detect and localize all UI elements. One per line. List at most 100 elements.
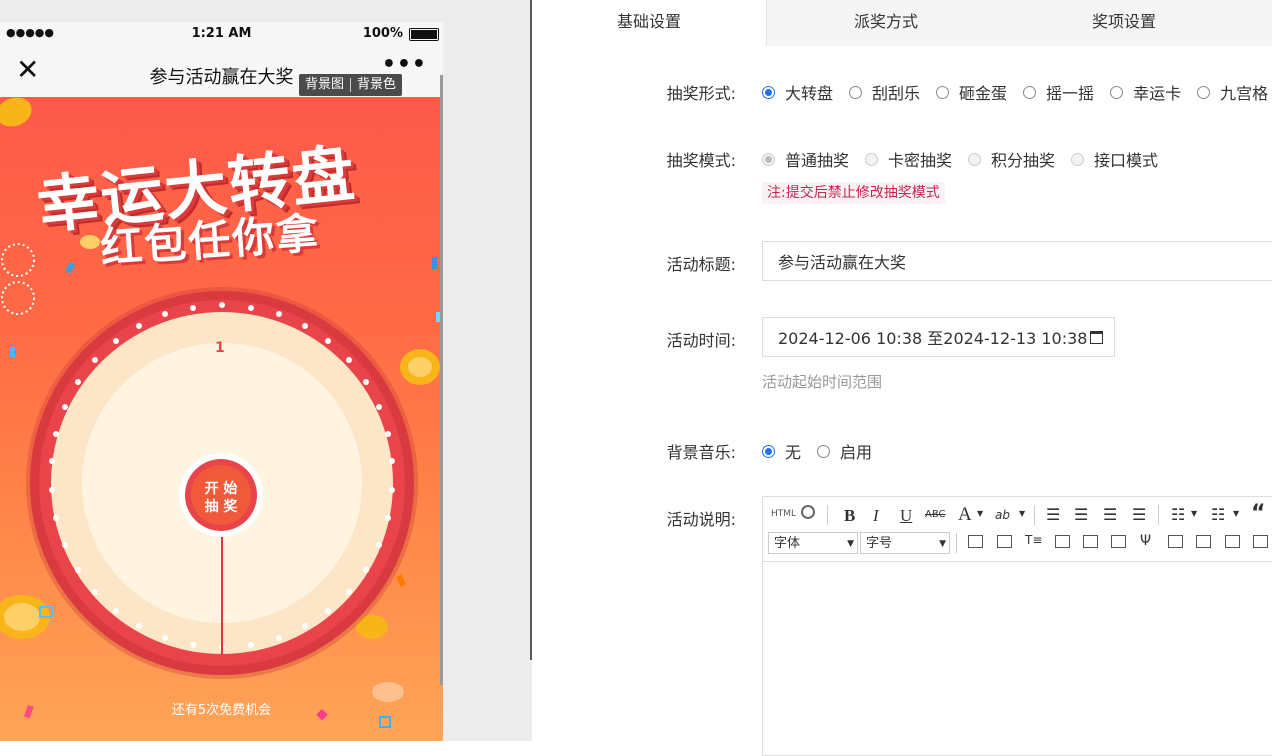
split-cells-icon[interactable]	[1253, 535, 1268, 548]
radio-option-grid[interactable]: 九宫格	[1197, 80, 1268, 104]
radio-icon[interactable]	[849, 85, 863, 99]
phone-preview: ●●●●● 1:21 AM 100% ✕ 参与活动赢在大奖 ••• 幸运大转盘 …	[0, 22, 443, 741]
toolbar-separator	[1158, 505, 1159, 525]
radio-option-normal[interactable]: 普通抽奖	[762, 147, 849, 171]
toolbar-separator	[956, 533, 957, 553]
align-justify-icon[interactable]: ☰	[1132, 505, 1146, 524]
radio-label: 九宫格	[1220, 84, 1269, 103]
lottery-mode-radios: 普通抽奖 卡密抽奖 积分抽奖 接口模式	[762, 147, 1174, 171]
chevron-down-icon[interactable]: ▼	[977, 509, 983, 518]
radio-option-card-key[interactable]: 卡密抽奖	[865, 147, 952, 171]
radio-label: 摇一摇	[1046, 84, 1095, 103]
unordered-list-icon[interactable]: ☷	[1211, 505, 1225, 524]
bg-music-label: 背景音乐:	[666, 443, 736, 462]
chevron-down-icon[interactable]: ▼	[1233, 509, 1239, 518]
tab-basic-settings[interactable]: 基础设置	[532, 0, 767, 46]
radio-option-points[interactable]: 积分抽奖	[968, 147, 1055, 171]
radio-option-lucky-card[interactable]: 幸运卡	[1110, 80, 1181, 104]
preview-divider	[530, 0, 532, 660]
rich-text-editor[interactable]: HTML B I U ABC A ▼ ab ▼ ☰ ☰ ☰ ☰ ☷ ▼ ☷ ▼ …	[762, 496, 1272, 756]
insert-col-icon[interactable]	[1111, 535, 1126, 548]
radio-icon[interactable]	[817, 444, 831, 458]
delete-col-icon[interactable]: Ψ	[1140, 533, 1151, 549]
lottery-type-label: 抽奖形式:	[666, 84, 736, 103]
delete-row-icon[interactable]	[1083, 535, 1098, 548]
radio-option-enable[interactable]: 启用	[817, 439, 872, 463]
radio-icon[interactable]	[1197, 85, 1211, 99]
chances-remaining: 还有5次免费机会	[171, 703, 272, 718]
battery-percent: 100%	[362, 26, 403, 41]
radio-label: 大转盘	[785, 84, 834, 103]
lottery-type-radios: 大转盘 刮刮乐 砸金蛋 摇一摇 幸运卡 九宫格	[762, 80, 1272, 104]
merge-right-icon[interactable]	[1196, 535, 1211, 548]
table-props-icon[interactable]	[997, 535, 1012, 548]
calendar-icon[interactable]	[1090, 330, 1104, 344]
radio-icon[interactable]	[762, 152, 775, 166]
radio-label: 普通抽奖	[785, 151, 850, 170]
preview-scrollbar[interactable]	[440, 75, 443, 685]
activity-time-input[interactable]: 2024-12-06 10:38 至2024-12-13 10:38	[762, 317, 1115, 357]
radio-option-egg[interactable]: 砸金蛋	[936, 80, 1007, 104]
radio-label: 无	[785, 443, 802, 462]
activity-time-hint: 活动起始时间范围	[762, 373, 883, 391]
insert-row-icon[interactable]	[1055, 535, 1070, 548]
bold-icon[interactable]: B	[844, 506, 855, 526]
radio-icon[interactable]	[968, 152, 982, 166]
strikethrough-icon[interactable]: ABC	[925, 509, 946, 520]
radio-label: 幸运卡	[1133, 84, 1182, 103]
toolbar-separator	[1034, 505, 1035, 525]
font-size-select[interactable]: 字号 ▼	[860, 532, 950, 554]
radio-icon[interactable]	[762, 444, 775, 458]
radio-icon[interactable]	[1023, 85, 1037, 99]
chevron-down-icon[interactable]: ▼	[1191, 509, 1197, 518]
font-family-select[interactable]: 字体 ▼	[768, 532, 858, 554]
radio-option-scratch[interactable]: 刮刮乐	[849, 80, 920, 104]
radio-label: 砸金蛋	[959, 84, 1008, 103]
start-button[interactable]: 开 始 抽 奖	[191, 480, 251, 516]
start-button-line1: 开 始	[204, 481, 238, 497]
merge-down-icon[interactable]	[1225, 535, 1240, 548]
tab-prize-settings[interactable]: 奖项设置	[1005, 0, 1243, 46]
status-bar: ●●●●● 1:21 AM 100%	[0, 22, 443, 46]
bg-music-radios: 无 启用	[762, 439, 888, 463]
activity-title-value: 参与活动赢在大奖	[778, 253, 907, 272]
radio-icon[interactable]	[762, 85, 775, 99]
radio-option-api[interactable]: 接口模式	[1071, 147, 1158, 171]
radio-icon[interactable]	[1110, 85, 1124, 99]
wheel-number: 1	[215, 340, 225, 356]
activity-time-label: 活动时间:	[666, 331, 736, 350]
radio-option-shake[interactable]: 摇一摇	[1023, 80, 1094, 104]
bg-color-button[interactable]: 背景色	[351, 74, 402, 96]
ordered-list-icon[interactable]: ☷	[1171, 505, 1185, 524]
radio-icon[interactable]	[865, 152, 879, 166]
lottery-background[interactable]: 幸运大转盘 红包任你拿 1 开 始 抽 奖 还有5次免费机会	[0, 97, 443, 741]
tab-award-method[interactable]: 派奖方式	[767, 0, 1005, 46]
activity-time-value: 2024-12-06 10:38 至2024-12-13 10:38	[778, 329, 1088, 348]
insert-caption-icon[interactable]: T≡	[1025, 533, 1042, 547]
toolbar-separator	[827, 505, 828, 525]
radio-icon[interactable]	[936, 85, 950, 99]
radio-option-wheel[interactable]: 大转盘	[762, 80, 833, 104]
highlight-icon[interactable]: ab	[995, 508, 1010, 522]
insert-table-icon[interactable]	[968, 535, 983, 548]
radio-label: 刮刮乐	[872, 84, 921, 103]
background-toggle: 背景图 背景色	[299, 74, 403, 96]
html-source-button[interactable]: HTML	[771, 509, 796, 519]
italic-icon[interactable]: I	[873, 506, 879, 526]
chevron-down-icon[interactable]: ▼	[1019, 509, 1025, 518]
font-family-value: 字体	[774, 536, 801, 551]
underline-icon[interactable]: U	[900, 506, 912, 526]
activity-title-input[interactable]: 参与活动赢在大奖	[762, 241, 1272, 281]
radio-option-none[interactable]: 无	[762, 439, 801, 463]
align-center-icon[interactable]: ☰	[1074, 505, 1088, 524]
align-right-icon[interactable]: ☰	[1103, 505, 1117, 524]
bg-image-button[interactable]: 背景图	[299, 74, 350, 96]
font-size-value: 字号	[866, 536, 893, 551]
preview-icon[interactable]	[801, 505, 815, 519]
quote-icon[interactable]: “	[1251, 501, 1265, 526]
radio-icon[interactable]	[1071, 152, 1085, 166]
merge-cells-icon[interactable]	[1168, 535, 1183, 548]
font-color-icon[interactable]: A	[958, 504, 972, 526]
align-left-icon[interactable]: ☰	[1046, 505, 1060, 524]
description-label: 活动说明:	[666, 510, 736, 529]
